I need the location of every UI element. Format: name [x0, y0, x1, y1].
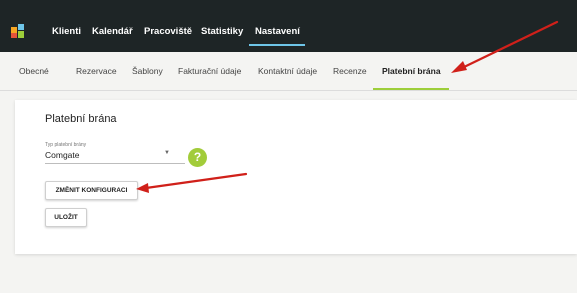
gateway-type-select[interactable]: Comgate: [45, 150, 80, 160]
active-tab-indicator: [373, 88, 449, 90]
save-button[interactable]: ULOŽIT: [45, 208, 87, 227]
tab-sablony[interactable]: Šablony: [132, 66, 163, 76]
nav-item-klienti[interactable]: Klienti: [52, 26, 81, 37]
tab-obecne[interactable]: Obecné: [19, 66, 49, 76]
tab-rezervace[interactable]: Rezervace: [76, 66, 117, 76]
nav-item-nastaveni[interactable]: Nastavení: [255, 26, 300, 37]
gateway-type-label: Typ platební brány: [45, 142, 87, 148]
tab-fakturacni-udaje[interactable]: Fakturační údaje: [178, 66, 241, 76]
dropdown-arrow-icon[interactable]: ▼: [164, 150, 170, 156]
settings-tabs: Obecné Rezervace Šablony Fakturační údaj…: [0, 52, 577, 91]
help-button[interactable]: ?: [188, 148, 207, 167]
tab-kontaktni-udaje[interactable]: Kontaktní údaje: [258, 66, 317, 76]
change-configuration-button[interactable]: ZMĚNIT KONFIGURACI: [45, 181, 138, 200]
gateway-select-underline: [45, 163, 185, 164]
tab-recenze[interactable]: Recenze: [333, 66, 367, 76]
active-nav-indicator: [249, 44, 305, 46]
app-logo-icon[interactable]: [11, 24, 25, 38]
nav-item-statistiky[interactable]: Statistiky: [201, 26, 243, 37]
nav-item-pracoviste[interactable]: Pracoviště: [144, 26, 192, 37]
card-title: Platební brána: [45, 113, 117, 125]
nav-item-kalendar[interactable]: Kalendář: [92, 26, 133, 37]
tab-platebni-brana[interactable]: Platební brána: [382, 66, 441, 76]
top-navigation-bar: Klienti Kalendář Pracoviště Statistiky N…: [0, 0, 577, 52]
payment-gateway-card: Platební brána Typ platební brány Comgat…: [15, 100, 577, 254]
